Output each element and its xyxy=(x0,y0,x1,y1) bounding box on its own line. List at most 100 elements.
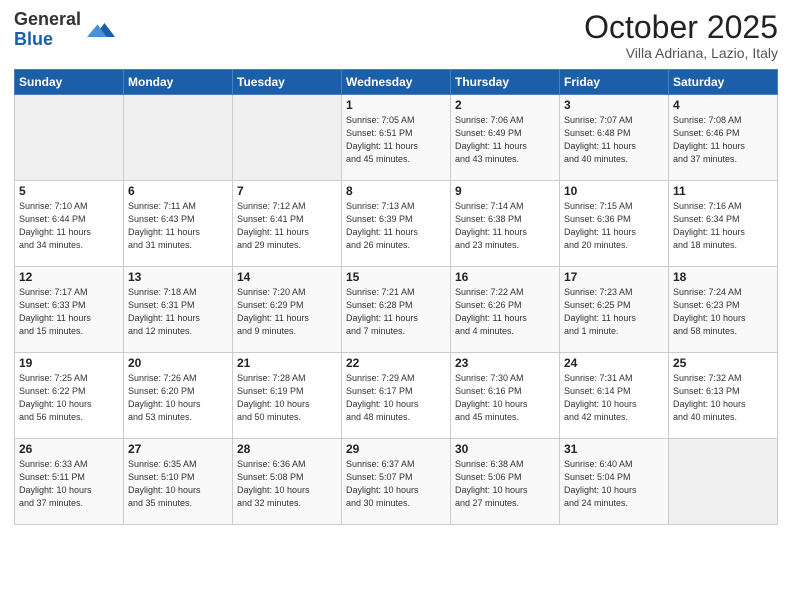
day-number: 5 xyxy=(19,184,119,198)
calendar-cell: 21Sunrise: 7:28 AM Sunset: 6:19 PM Dayli… xyxy=(233,353,342,439)
day-number: 10 xyxy=(564,184,664,198)
calendar-cell xyxy=(669,439,778,525)
day-number: 29 xyxy=(346,442,446,456)
day-info: Sunrise: 6:35 AM Sunset: 5:10 PM Dayligh… xyxy=(128,458,228,510)
weekday-header: Wednesday xyxy=(342,70,451,95)
day-info: Sunrise: 7:05 AM Sunset: 6:51 PM Dayligh… xyxy=(346,114,446,166)
day-number: 6 xyxy=(128,184,228,198)
day-number: 11 xyxy=(673,184,773,198)
calendar-cell: 31 Sunrise: 6:40 AM Sunset: 5:04 PM Dayli… xyxy=(560,439,669,525)
day-info: Sunrise: 6:36 AM Sunset: 5:08 PM Dayligh… xyxy=(237,458,337,510)
calendar-cell: 9Sunrise: 7:14 AM Sunset: 6:38 PM Daylig… xyxy=(451,181,560,267)
weekday-header: Friday xyxy=(560,70,669,95)
day-number: 16 xyxy=(455,270,555,284)
day-info: Sunrise: 7:23 AM Sunset: 6:25 PM Dayligh… xyxy=(564,286,664,338)
day-info: Sunrise: 7:08 AM Sunset: 6:46 PM Dayligh… xyxy=(673,114,773,166)
day-info: Sunrise: 7:07 AM Sunset: 6:48 PM Dayligh… xyxy=(564,114,664,166)
calendar-cell: 16 Sunrise: 7:22 AM Sunset: 6:26 PM Dayli… xyxy=(451,267,560,353)
calendar-cell: 30 Sunrise: 6:38 AM Sunset: 5:06 PM Dayli… xyxy=(451,439,560,525)
day-number: 18 xyxy=(673,270,773,284)
day-number: 3 xyxy=(564,98,664,112)
calendar-cell: 10 Sunrise: 7:15 AM Sunset: 6:36 PM Dayli… xyxy=(560,181,669,267)
day-info: Sunrise: 7:25 AM Sunset: 6:22 PM Dayligh… xyxy=(19,372,119,424)
weekday-header: Saturday xyxy=(669,70,778,95)
day-info: Sunrise: 7:17 AM Sunset: 6:33 PM Dayligh… xyxy=(19,286,119,338)
month-title: October 2025 xyxy=(584,10,778,45)
day-number: 14 xyxy=(237,270,337,284)
day-info: Sunrise: 7:13 AM Sunset: 6:39 PM Dayligh… xyxy=(346,200,446,252)
calendar-cell: 4 Sunrise: 7:08 AM Sunset: 6:46 PM Daylig… xyxy=(669,95,778,181)
day-info: Sunrise: 7:06 AM Sunset: 6:49 PM Dayligh… xyxy=(455,114,555,166)
day-info: Sunrise: 7:14 AM Sunset: 6:38 PM Dayligh… xyxy=(455,200,555,252)
calendar-cell: 8 Sunrise: 7:13 AM Sunset: 6:39 PM Daylig… xyxy=(342,181,451,267)
day-number: 28 xyxy=(237,442,337,456)
day-info: Sunrise: 7:31 AM Sunset: 6:14 PM Dayligh… xyxy=(564,372,664,424)
calendar-cell: 18 Sunrise: 7:24 AM Sunset: 6:23 PM Dayli… xyxy=(669,267,778,353)
logo-icon xyxy=(87,16,115,44)
day-info: Sunrise: 7:29 AM Sunset: 6:17 PM Dayligh… xyxy=(346,372,446,424)
day-number: 31 xyxy=(564,442,664,456)
day-number: 7 xyxy=(237,184,337,198)
day-number: 17 xyxy=(564,270,664,284)
calendar-cell: 27Sunrise: 6:35 AM Sunset: 5:10 PM Dayli… xyxy=(124,439,233,525)
calendar-cell xyxy=(233,95,342,181)
title-section: October 2025 Villa Adriana, Lazio, Italy xyxy=(584,10,778,61)
day-info: Sunrise: 7:32 AM Sunset: 6:13 PM Dayligh… xyxy=(673,372,773,424)
calendar-cell: 29 Sunrise: 6:37 AM Sunset: 5:07 PM Dayli… xyxy=(342,439,451,525)
day-info: Sunrise: 7:18 AM Sunset: 6:31 PM Dayligh… xyxy=(128,286,228,338)
logo-general: General xyxy=(14,10,81,30)
day-number: 8 xyxy=(346,184,446,198)
day-info: Sunrise: 7:22 AM Sunset: 6:26 PM Dayligh… xyxy=(455,286,555,338)
calendar-cell: 6 Sunrise: 7:11 AM Sunset: 6:43 PM Daylig… xyxy=(124,181,233,267)
weekday-header: Sunday xyxy=(15,70,124,95)
calendar-cell: 22 Sunrise: 7:29 AM Sunset: 6:17 PM Dayli… xyxy=(342,353,451,439)
calendar-cell: 3 Sunrise: 7:07 AM Sunset: 6:48 PM Daylig… xyxy=(560,95,669,181)
day-info: Sunrise: 7:21 AM Sunset: 6:28 PM Dayligh… xyxy=(346,286,446,338)
day-info: Sunrise: 7:12 AM Sunset: 6:41 PM Dayligh… xyxy=(237,200,337,252)
calendar-cell xyxy=(15,95,124,181)
calendar-cell: 12Sunrise: 7:17 AM Sunset: 6:33 PM Dayli… xyxy=(15,267,124,353)
day-number: 1 xyxy=(346,98,446,112)
day-number: 26 xyxy=(19,442,119,456)
calendar-week-row: 5Sunrise: 7:10 AM Sunset: 6:44 PM Daylig… xyxy=(15,181,778,267)
calendar-week-row: 12Sunrise: 7:17 AM Sunset: 6:33 PM Dayli… xyxy=(15,267,778,353)
day-info: Sunrise: 7:30 AM Sunset: 6:16 PM Dayligh… xyxy=(455,372,555,424)
calendar-cell: 25Sunrise: 7:32 AM Sunset: 6:13 PM Dayli… xyxy=(669,353,778,439)
logo: General Blue xyxy=(14,10,115,50)
day-info: Sunrise: 7:11 AM Sunset: 6:43 PM Dayligh… xyxy=(128,200,228,252)
day-number: 20 xyxy=(128,356,228,370)
day-number: 15 xyxy=(346,270,446,284)
day-number: 24 xyxy=(564,356,664,370)
day-number: 4 xyxy=(673,98,773,112)
day-number: 22 xyxy=(346,356,446,370)
day-info: Sunrise: 7:26 AM Sunset: 6:20 PM Dayligh… xyxy=(128,372,228,424)
weekday-header: Tuesday xyxy=(233,70,342,95)
calendar-cell: 11Sunrise: 7:16 AM Sunset: 6:34 PM Dayli… xyxy=(669,181,778,267)
day-info: Sunrise: 6:40 AM Sunset: 5:04 PM Dayligh… xyxy=(564,458,664,510)
day-info: Sunrise: 7:15 AM Sunset: 6:36 PM Dayligh… xyxy=(564,200,664,252)
calendar-cell: 17 Sunrise: 7:23 AM Sunset: 6:25 PM Dayli… xyxy=(560,267,669,353)
day-number: 30 xyxy=(455,442,555,456)
day-info: Sunrise: 6:37 AM Sunset: 5:07 PM Dayligh… xyxy=(346,458,446,510)
calendar-cell: 28 Sunrise: 6:36 AM Sunset: 5:08 PM Dayli… xyxy=(233,439,342,525)
day-number: 13 xyxy=(128,270,228,284)
day-number: 19 xyxy=(19,356,119,370)
calendar-table: SundayMondayTuesdayWednesdayThursdayFrid… xyxy=(14,69,778,525)
day-info: Sunrise: 7:20 AM Sunset: 6:29 PM Dayligh… xyxy=(237,286,337,338)
calendar-cell: 15 Sunrise: 7:21 AM Sunset: 6:28 PM Dayli… xyxy=(342,267,451,353)
calendar-cell: 23Sunrise: 7:30 AM Sunset: 6:16 PM Dayli… xyxy=(451,353,560,439)
page-header: General Blue October 2025 Villa Adriana,… xyxy=(14,10,778,61)
calendar-cell xyxy=(124,95,233,181)
day-info: Sunrise: 7:24 AM Sunset: 6:23 PM Dayligh… xyxy=(673,286,773,338)
weekday-header: Monday xyxy=(124,70,233,95)
calendar-header-row: SundayMondayTuesdayWednesdayThursdayFrid… xyxy=(15,70,778,95)
calendar-cell: 2Sunrise: 7:06 AM Sunset: 6:49 PM Daylig… xyxy=(451,95,560,181)
calendar-cell: 19 Sunrise: 7:25 AM Sunset: 6:22 PM Dayli… xyxy=(15,353,124,439)
calendar-cell: 1 Sunrise: 7:05 AM Sunset: 6:51 PM Daylig… xyxy=(342,95,451,181)
calendar-cell: 13 Sunrise: 7:18 AM Sunset: 6:31 PM Dayli… xyxy=(124,267,233,353)
weekday-header: Thursday xyxy=(451,70,560,95)
calendar-week-row: 26 Sunrise: 6:33 AM Sunset: 5:11 PM Dayli… xyxy=(15,439,778,525)
day-info: Sunrise: 6:38 AM Sunset: 5:06 PM Dayligh… xyxy=(455,458,555,510)
day-info: Sunrise: 6:33 AM Sunset: 5:11 PM Dayligh… xyxy=(19,458,119,510)
calendar-cell: 20 Sunrise: 7:26 AM Sunset: 6:20 PM Dayli… xyxy=(124,353,233,439)
